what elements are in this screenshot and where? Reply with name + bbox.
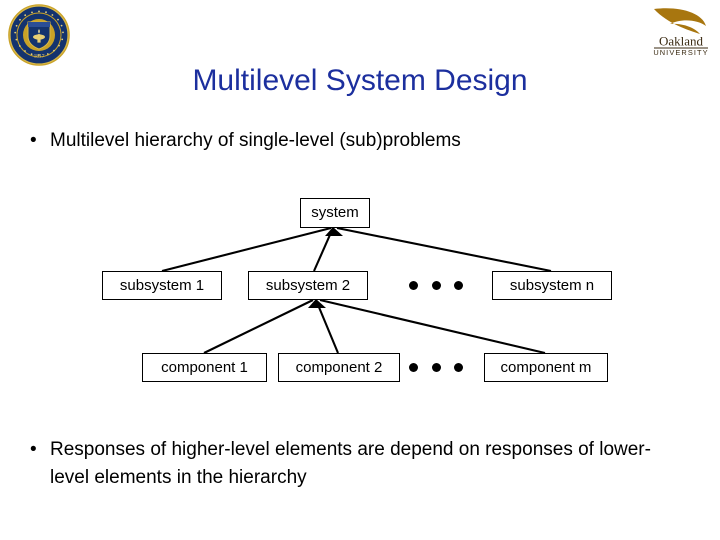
diagram-node-component-m-label: component m [500,358,592,376]
diagram-node-component-1[interactable]: component 1 [142,353,267,382]
diagram-node-component-2-label: component 2 [295,358,383,376]
bullet-marker-icon: • [30,439,37,460]
bullet-item-1: • Multilevel hierarchy of single-level (… [30,127,670,155]
edge-componentm-subsystem2 [319,298,546,355]
diagram-node-subsystem-1-label: subsystem 1 [119,276,205,294]
ellipsis-dot-icon [454,362,463,372]
bullet-item-2: • Responses of higher-level elements are… [30,436,670,492]
bullet-item-2-text: Responses of higher-level elements are d… [50,439,651,488]
diagram-node-component-2[interactable]: component 2 [278,353,400,382]
diagram-node-subsystem-n-label: subsystem n [509,276,595,294]
oakland-university-logo: Oakland UNIVERSITY [648,4,714,57]
bullet-item-1-text: Multilevel hierarchy of single-level (su… [50,130,461,151]
edge-subsystem2-system [313,227,334,272]
diagram-node-component-1-label: component 1 [161,358,248,376]
ellipsis-dot-icon [409,280,418,290]
edge-subsystemn-system [336,226,552,273]
bullet-marker-icon: • [30,130,37,151]
oakland-wordmark-text: Oakland [659,34,704,49]
slide-canvas: 1817 Oakland UNIVERSITY Multilevel Syste… [0,0,720,540]
diagram-node-system[interactable]: system [300,198,370,228]
edge-component1-subsystem2 [203,299,314,354]
university-of-michigan-seal-logo: 1817 [8,4,70,66]
arrowhead-subsystem2 [308,299,326,308]
diagram-node-subsystem-2-label: subsystem 2 [265,276,351,294]
swoosh-shape [654,8,706,35]
diagram-component-ellipsis [409,361,463,373]
edge-component2-subsystem2 [315,299,339,354]
ellipsis-dot-icon [409,362,418,372]
ellipsis-dot-icon [454,280,463,290]
oakland-subtitle-text: UNIVERSITY [653,48,708,56]
edge-subsystem1-system [161,226,332,273]
diagram-node-subsystem-2[interactable]: subsystem 2 [248,271,368,300]
page-title: Multilevel System Design [192,64,528,97]
diagram-node-subsystem-1[interactable]: subsystem 1 [102,271,222,300]
diagram-node-system-label: system [311,204,359,221]
seal-year-text: 1817 [34,54,45,60]
diagram-subsystem-ellipsis [409,279,463,291]
arrowhead-system [325,227,343,236]
ellipsis-dot-icon [431,280,441,290]
diagram-node-subsystem-n[interactable]: subsystem n [492,271,612,300]
diagram-node-component-m[interactable]: component m [484,353,608,382]
ellipsis-dot-icon [431,362,441,372]
